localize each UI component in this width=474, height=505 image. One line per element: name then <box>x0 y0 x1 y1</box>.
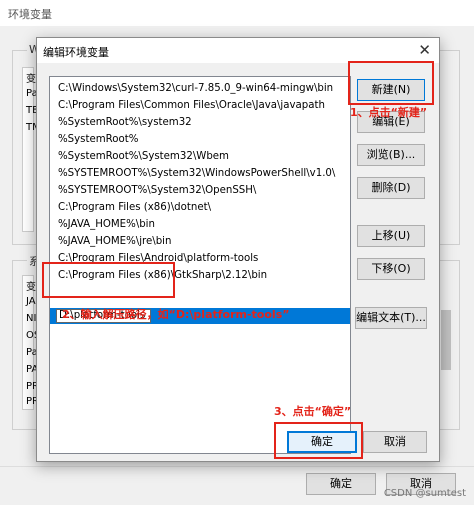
csdn-watermark: CSDN @sumtest <box>383 488 466 499</box>
path-row[interactable]: C:\Program Files\Common Files\Oracle\Jav… <box>50 98 350 114</box>
user-variables-list[interactable]: 变 Pa TE TM <box>22 67 41 232</box>
dialog-cancel-button[interactable]: 取消 <box>363 431 427 453</box>
annotation-step3: 3、点击“确定” <box>274 405 352 418</box>
user-var-row[interactable]: 变 <box>26 70 36 85</box>
path-row[interactable]: C:\Program Files (x86)\dotnet\ <box>50 200 350 216</box>
annotation-box-ok <box>274 422 363 459</box>
env-ok-button[interactable]: 确定 <box>306 473 376 495</box>
edit-text-button[interactable]: 编辑文本(T)... <box>355 307 427 329</box>
browse-button[interactable]: 浏览(B)... <box>357 144 425 166</box>
path-row[interactable]: %SystemRoot% <box>50 132 350 148</box>
system-variables-list[interactable]: 变 JA NI OS Pa PA PR PR <box>22 275 40 410</box>
system-var-row[interactable]: JA <box>26 296 36 307</box>
path-row[interactable]: %SYSTEMROOT%\System32\WindowsPowerShell\… <box>50 166 350 182</box>
system-var-row[interactable]: 变 <box>26 278 36 293</box>
path-row[interactable]: %JAVA_HOME%\jre\bin <box>50 234 350 250</box>
dialog-title: 编辑环境变量 <box>43 46 109 59</box>
path-row[interactable]: %SYSTEMROOT%\System32\OpenSSH\ <box>50 183 350 199</box>
dialog-titlebar: 编辑环境变量 ✕ <box>37 38 439 63</box>
annotation-step2: 2、输入解压路径，如“D:\platform-tools” <box>62 308 290 321</box>
path-row[interactable]: %JAVA_HOME%\bin <box>50 217 350 233</box>
delete-button[interactable]: 删除(D) <box>357 177 425 199</box>
env-window-titlebar: 环境变量 <box>0 0 474 26</box>
env-window-title: 环境变量 <box>8 8 52 21</box>
path-row[interactable]: C:\Windows\System32\curl-7.85.0_9-win64-… <box>50 81 350 97</box>
annotation-step1: 1、点击“新建” <box>350 106 428 119</box>
system-list-scrollbar[interactable] <box>438 285 452 405</box>
path-row[interactable]: %SystemRoot%\System32\Wbem <box>50 149 350 165</box>
system-var-row[interactable]: NI <box>26 313 36 324</box>
scrollbar-thumb[interactable] <box>441 310 451 370</box>
move-down-button[interactable]: 下移(O) <box>357 258 425 280</box>
move-up-button[interactable]: 上移(U) <box>357 225 425 247</box>
path-row[interactable]: %SystemRoot%\system32 <box>50 115 350 131</box>
close-icon[interactable]: ✕ <box>418 41 431 59</box>
annotation-box-input <box>42 262 175 298</box>
annotation-box-new <box>348 61 434 105</box>
env-window-footer: 确定 取消 <box>0 466 474 505</box>
